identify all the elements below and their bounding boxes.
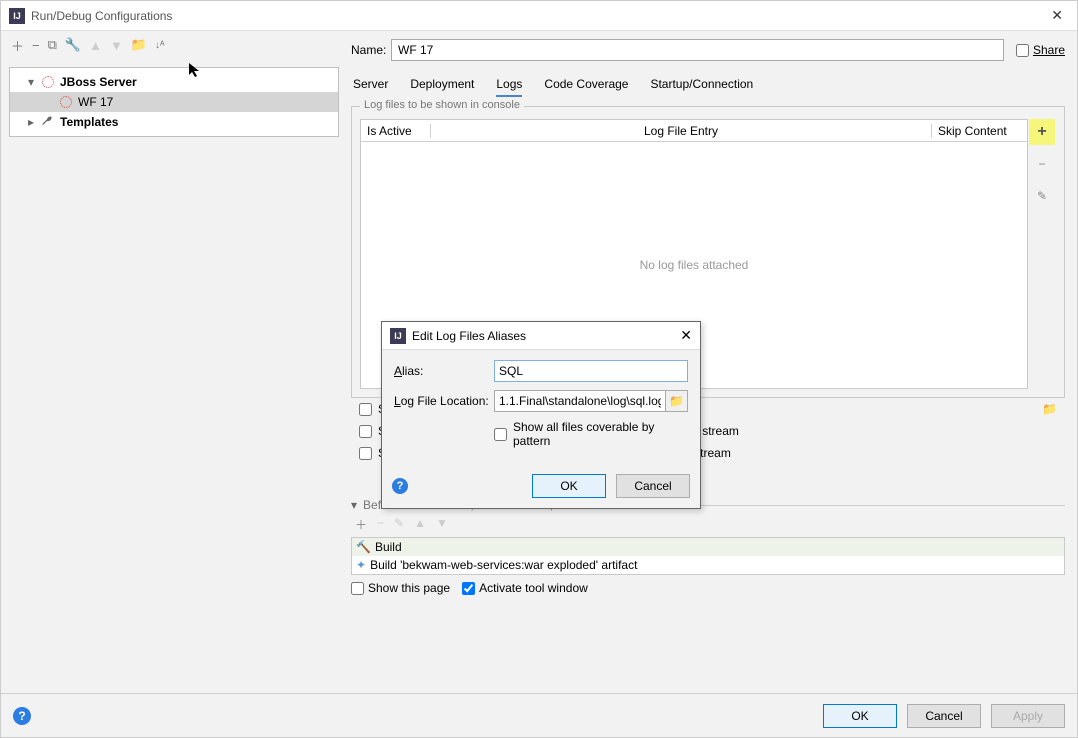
hammer-icon: 🔨: [356, 540, 371, 554]
log-side-buttons: + − ✎: [1028, 119, 1056, 209]
show-all-box[interactable]: [494, 428, 507, 441]
tab-logs[interactable]: Logs: [496, 73, 522, 97]
tab-startup-connection[interactable]: Startup/Connection: [650, 73, 753, 97]
stdout-checkbox[interactable]: [359, 425, 372, 438]
run-debug-window: IJ Run/Debug Configurations ✕ ＋ − ⧉ 🔧 ▲ …: [0, 0, 1078, 738]
before-launch-toolbar: ＋ − ✎ ▲ ▼: [351, 512, 1065, 537]
jboss-icon: [40, 74, 56, 90]
share-label: Share: [1033, 43, 1065, 57]
dialog-ok-button[interactable]: OK: [532, 474, 606, 498]
copy-config-icon[interactable]: ⧉: [48, 37, 57, 53]
location-input[interactable]: [494, 390, 666, 412]
remove-task-icon[interactable]: −: [377, 516, 384, 533]
edit-log-aliases-dialog: IJ Edit Log Files Aliases ✕ Alias: Log F…: [381, 321, 701, 509]
titlebar: IJ Run/Debug Configurations ✕: [1, 1, 1077, 31]
tree-jboss-server[interactable]: ▾ JBoss Server: [10, 72, 338, 92]
tab-server[interactable]: Server: [353, 73, 388, 97]
chevron-down-icon[interactable]: ▾: [28, 75, 40, 89]
activate-tool-box[interactable]: [462, 582, 475, 595]
up-icon[interactable]: ▲: [89, 38, 102, 53]
sort-icon[interactable]: ↓ᴬ: [155, 40, 165, 51]
show-all-files-checkbox[interactable]: Show all files coverable by pattern: [494, 420, 688, 448]
tree-templates[interactable]: ▸ Templates: [10, 112, 338, 132]
chevron-down-icon[interactable]: ▾: [351, 498, 357, 512]
task-label: Build: [375, 540, 402, 554]
browse-folder-icon[interactable]: 📁: [666, 390, 688, 412]
show-page-box[interactable]: [351, 582, 364, 595]
app-icon: IJ: [390, 328, 406, 344]
help-icon[interactable]: ?: [392, 478, 408, 494]
window-title: Run/Debug Configurations: [31, 9, 1045, 23]
col-is-active[interactable]: Is Active: [361, 124, 431, 138]
body: ＋ − ⧉ 🔧 ▲ ▼ 📁 ↓ᴬ ▾ JBoss Server: [1, 31, 1077, 693]
task-label: Build 'bekwam-web-services:war exploded'…: [370, 558, 637, 572]
location-label: Log File Location:: [394, 394, 494, 408]
window-close-icon[interactable]: ✕: [1045, 7, 1069, 24]
apply-button[interactable]: Apply: [991, 704, 1065, 728]
edit-task-icon[interactable]: ✎: [394, 516, 404, 533]
share-checkbox-box[interactable]: [1016, 44, 1029, 57]
list-item[interactable]: ✦ Build 'bekwam-web-services:war explode…: [352, 556, 1064, 574]
tree-label: WF 17: [78, 95, 113, 109]
ok-button[interactable]: OK: [823, 704, 897, 728]
show-all-label: Show all files coverable by pattern: [513, 420, 688, 448]
share-checkbox[interactable]: Share: [1016, 43, 1065, 57]
folder-icon[interactable]: 📁: [131, 37, 147, 53]
up-task-icon[interactable]: ▲: [414, 516, 426, 533]
log-table-header: Is Active Log File Entry Skip Content: [361, 120, 1027, 142]
activate-tool-checkbox[interactable]: Activate tool window: [462, 581, 588, 595]
show-page-label: Show this page: [368, 581, 450, 595]
add-log-icon[interactable]: +: [1029, 119, 1055, 145]
edit-log-icon[interactable]: ✎: [1029, 183, 1055, 209]
col-skip-content[interactable]: Skip Content: [932, 124, 1027, 138]
settings-icon[interactable]: 🔧: [65, 37, 81, 53]
dialog-titlebar: IJ Edit Log Files Aliases ✕: [382, 322, 700, 350]
footer: ? OK Cancel Apply: [1, 693, 1077, 737]
activate-tool-label: Activate tool window: [479, 581, 588, 595]
remove-config-icon[interactable]: −: [32, 38, 40, 53]
tree-wf17[interactable]: WF 17: [10, 92, 338, 112]
tree-label: Templates: [60, 115, 118, 129]
chevron-right-icon[interactable]: ▸: [28, 115, 40, 129]
tab-code-coverage[interactable]: Code Coverage: [544, 73, 628, 97]
config-tree: ▾ JBoss Server WF 17 ▸ Templates: [9, 67, 339, 137]
stderr-checkbox[interactable]: [359, 447, 372, 460]
wrench-icon: [40, 114, 56, 130]
name-label: Name:: [351, 43, 391, 57]
col-log-entry[interactable]: Log File Entry: [431, 124, 932, 138]
list-item[interactable]: 🔨 Build: [352, 538, 1064, 556]
tree-label: JBoss Server: [60, 75, 137, 89]
log-files-legend: Log files to be shown in console: [360, 99, 524, 111]
help-icon[interactable]: ?: [13, 707, 31, 725]
alias-label: Alias:: [394, 364, 494, 378]
tab-deployment[interactable]: Deployment: [410, 73, 474, 97]
bottom-options: Show this page Activate tool window: [351, 575, 1065, 601]
alias-input[interactable]: [494, 360, 688, 382]
dialog-cancel-button[interactable]: Cancel: [616, 474, 690, 498]
add-config-icon[interactable]: ＋: [11, 36, 24, 55]
sidebar-toolbar: ＋ − ⧉ 🔧 ▲ ▼ 📁 ↓ᴬ: [1, 31, 339, 59]
app-icon: IJ: [9, 8, 25, 24]
cancel-button[interactable]: Cancel: [907, 704, 981, 728]
jboss-icon: [58, 94, 74, 110]
artifact-icon: ✦: [356, 558, 366, 572]
name-input[interactable]: [391, 39, 1004, 61]
save-console-checkbox[interactable]: [359, 403, 372, 416]
dialog-title: Edit Log Files Aliases: [412, 329, 680, 343]
down-task-icon[interactable]: ▼: [436, 516, 448, 533]
down-icon[interactable]: ▼: [110, 38, 123, 53]
remove-log-icon[interactable]: −: [1029, 151, 1055, 177]
folder-open-icon[interactable]: 📁: [1042, 402, 1057, 416]
before-launch-list: 🔨 Build ✦ Build 'bekwam-web-services:war…: [351, 537, 1065, 575]
dialog-close-icon[interactable]: ✕: [680, 327, 692, 344]
add-task-icon[interactable]: ＋: [355, 516, 367, 533]
show-page-checkbox[interactable]: Show this page: [351, 581, 450, 595]
